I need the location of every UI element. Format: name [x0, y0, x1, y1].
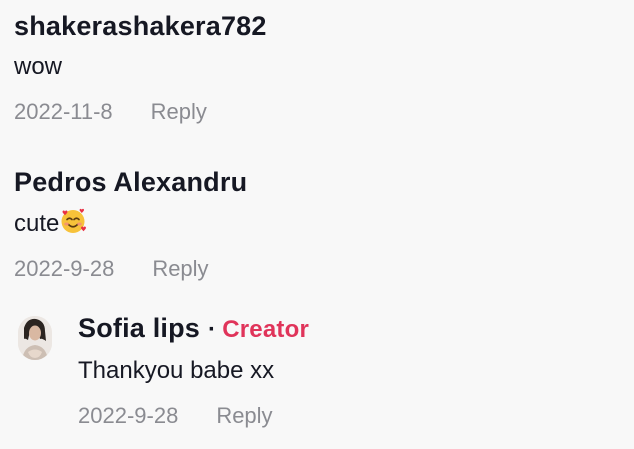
reply-username[interactable]: Sofia lips: [78, 313, 200, 343]
avatar[interactable]: [18, 316, 52, 360]
reply-button[interactable]: Reply: [216, 403, 272, 428]
comment-date: 2022-11-8: [14, 99, 113, 124]
separator-dot: ·: [208, 316, 217, 343]
creator-badge: Creator: [222, 316, 309, 343]
reply-button[interactable]: Reply: [151, 99, 207, 124]
reply-header: Sofia lips · Creator: [78, 312, 634, 346]
reply-meta: 2022-9-28 Reply: [78, 402, 634, 430]
comment-date: 2022-9-28: [14, 256, 115, 281]
comment-text: wow: [14, 53, 63, 80]
comment-item: Pedros Alexandru cute 2022-9-28 Reply: [14, 166, 634, 283]
reply-date: 2022-9-28: [78, 403, 179, 428]
comment-text: cute: [14, 208, 634, 239]
comment-meta: 2022-9-28 Reply: [14, 255, 634, 283]
comment-text-content: cute: [14, 210, 60, 237]
smiling-face-with-hearts-icon: [61, 208, 87, 233]
reply-body: Sofia lips · Creator Thankyou babe xx 2022…: [78, 312, 634, 430]
comment-username[interactable]: shakerashakera782: [14, 10, 634, 42]
comment-item: shakerashakera782 wow 2022-11-8 Reply: [14, 10, 634, 126]
comment-username[interactable]: Pedros Alexandru: [14, 166, 634, 198]
reply-button[interactable]: Reply: [152, 256, 208, 281]
avatar-image: [18, 316, 52, 360]
reply-text: Thankyou babe xx: [78, 357, 275, 384]
comment-meta: 2022-11-8 Reply: [14, 98, 634, 126]
